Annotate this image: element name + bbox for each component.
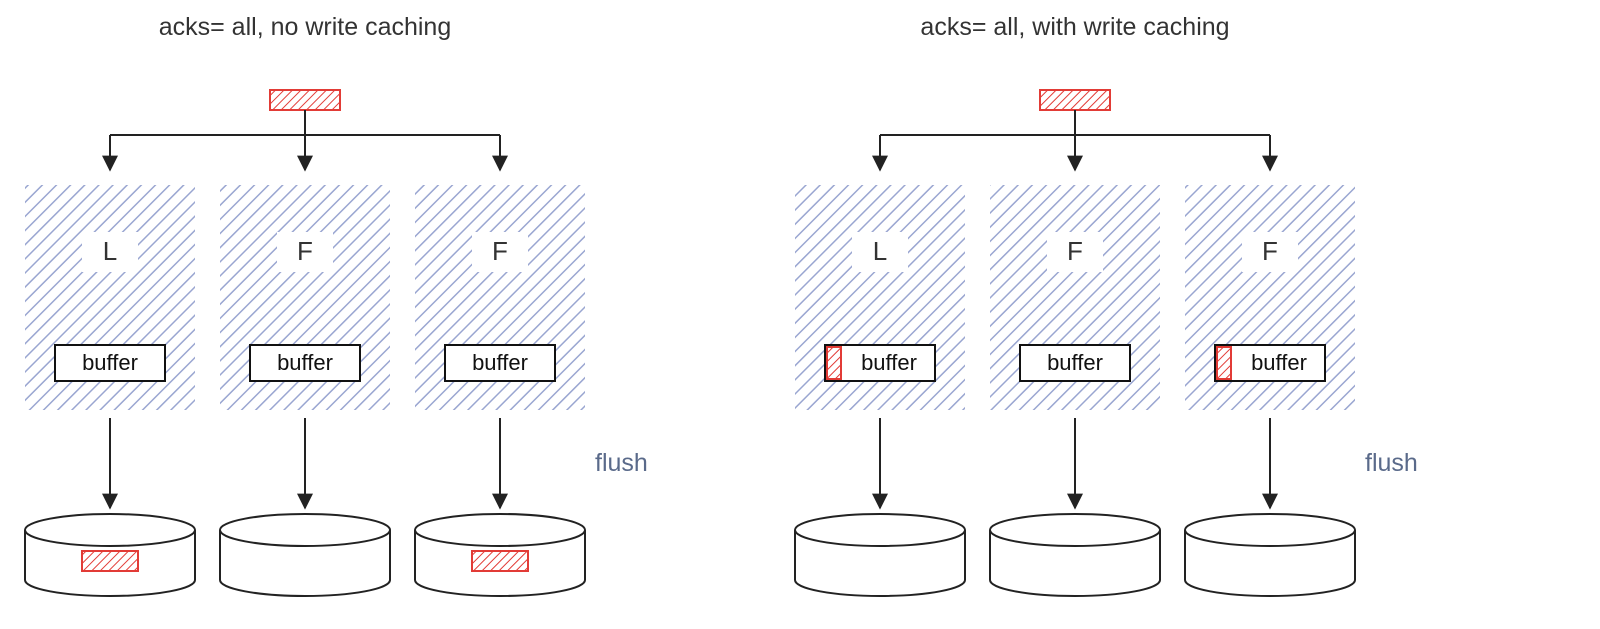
broker-node: Fbuffer (990, 185, 1160, 410)
buffer-label: buffer (277, 350, 333, 375)
buffer-message (1217, 347, 1231, 379)
broker-role: F (1262, 236, 1278, 266)
disk (415, 514, 585, 596)
disk (795, 514, 965, 596)
buffer-label: buffer (861, 350, 917, 375)
disk-message (82, 551, 138, 571)
broker-role: L (873, 236, 887, 266)
broker-role: F (1067, 236, 1083, 266)
broker-role: F (297, 236, 313, 266)
broker-node: Lbuffer (25, 185, 195, 410)
buffer-message (827, 347, 841, 379)
buffer-label: buffer (1251, 350, 1307, 375)
broker-node: Fbuffer (220, 185, 390, 410)
broker-role: F (492, 236, 508, 266)
broker-node: Fbuffer (1185, 185, 1355, 410)
broker-role: L (103, 236, 117, 266)
group-title: acks= all, no write caching (159, 13, 452, 41)
broker-node: Lbuffer (795, 185, 965, 410)
disk-message (472, 551, 528, 571)
disk (25, 514, 195, 596)
disk (220, 514, 390, 596)
buffer-label: buffer (472, 350, 528, 375)
producer-message (270, 90, 340, 110)
buffer-label: buffer (82, 350, 138, 375)
broker-node: Fbuffer (415, 185, 585, 410)
flush-label: flush (595, 449, 648, 477)
disk (1185, 514, 1355, 596)
group-title: acks= all, with write caching (920, 13, 1229, 41)
disk (990, 514, 1160, 596)
flush-label: flush (1365, 449, 1418, 477)
producer-message (1040, 90, 1110, 110)
buffer-label: buffer (1047, 350, 1103, 375)
